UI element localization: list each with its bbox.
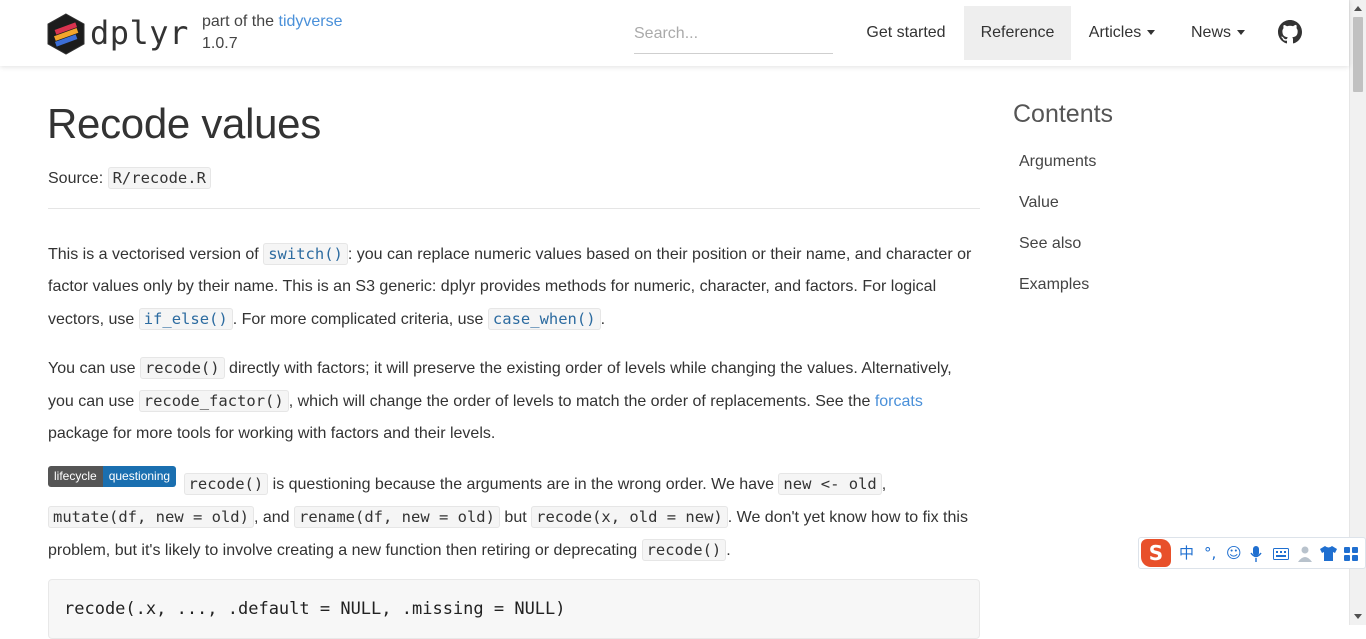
tagline: part of the tidyverse 1.0.7 <box>202 11 343 55</box>
scroll-down-arrow-icon[interactable] <box>1354 614 1362 619</box>
source-label: Source: <box>48 170 104 187</box>
badge-right: questioning <box>102 466 177 487</box>
text: , <box>881 476 887 493</box>
caret-down-icon <box>1147 30 1156 36</box>
recode-code: recode() <box>641 539 727 561</box>
nav-reference-label: Reference <box>980 24 1055 41</box>
keyboard-icon[interactable] <box>1273 548 1289 560</box>
switch-link[interactable]: switch() <box>263 243 348 265</box>
nav-reference[interactable]: Reference <box>964 6 1071 60</box>
source-line: Source: R/recode.R <box>48 165 211 192</box>
shirt-icon[interactable] <box>1320 546 1337 561</box>
text: package for more tools for working with … <box>48 425 496 442</box>
nav-news-label: News <box>1190 24 1231 41</box>
toc-item-value[interactable]: Value <box>1019 194 1059 212</box>
lifecycle-paragraph: lifecycle questioning recode() is questio… <box>48 466 980 567</box>
text: . <box>726 542 731 559</box>
punctuation-icon[interactable]: °, <box>1204 543 1216 563</box>
text: This is a vectorised version of <box>48 246 264 263</box>
text: You can use <box>48 360 140 377</box>
description-paragraph-1: This is a vectorised version of switch()… <box>48 238 980 336</box>
forcats-link[interactable]: forcats <box>875 393 923 410</box>
usage-code: recode(.x, ..., .default = NULL, .missin… <box>64 599 566 619</box>
caret-down-icon <box>1237 30 1245 36</box>
lifecycle-badge[interactable]: lifecycle questioning <box>48 466 177 487</box>
divider <box>48 208 980 209</box>
person-icon[interactable] <box>1298 546 1312 562</box>
usage-code-block: recode(.x, ..., .default = NULL, .missin… <box>48 579 980 639</box>
text: . For more complicated criteria, use <box>232 311 488 328</box>
emoji-icon[interactable]: ☺ <box>1226 543 1242 563</box>
text: is questioning because the arguments are… <box>268 476 779 493</box>
page-title: Recode values <box>47 100 321 147</box>
badge-left: lifecycle <box>48 466 103 487</box>
mutate-code: mutate(df, new = old) <box>48 506 254 528</box>
if-else-link[interactable]: if_else() <box>138 308 233 330</box>
version-label: 1.0.7 <box>202 35 238 52</box>
case-when-link[interactable]: case_when() <box>487 308 601 330</box>
toc-item-examples[interactable]: Examples <box>1019 276 1089 294</box>
nav-get-started[interactable]: Get started <box>850 6 962 60</box>
scroll-thumb[interactable] <box>1353 17 1363 92</box>
nav-get-started-label: Get started <box>866 24 946 41</box>
search-input[interactable] <box>634 14 833 54</box>
nav-articles-dropdown[interactable]: Articles <box>1073 6 1171 60</box>
nav-news-dropdown[interactable]: News <box>1175 6 1261 60</box>
text: , which will change the order of levels … <box>288 393 875 410</box>
recode-factor-code: recode_factor() <box>138 390 289 412</box>
github-icon[interactable] <box>1278 20 1302 44</box>
text: , and <box>253 509 294 526</box>
tagline-prefix: part of the <box>202 13 275 30</box>
dplyr-hex-logo[interactable] <box>47 13 85 55</box>
mic-icon[interactable] <box>1250 546 1262 562</box>
page-scrollbar[interactable] <box>1349 0 1366 625</box>
description-paragraph-2: You can use recode() directly with facto… <box>48 352 980 450</box>
navbar: dplyr part of the tidyverse 1.0.7 Get st… <box>0 0 1349 66</box>
toc-item-see-also[interactable]: See also <box>1019 235 1081 253</box>
scroll-up-arrow-icon[interactable] <box>1354 6 1362 11</box>
chinese-mode-icon[interactable]: 中 <box>1179 543 1194 563</box>
recode-code: recode() <box>183 473 269 495</box>
text: but <box>499 509 532 526</box>
sogou-logo-icon[interactable]: S <box>1141 539 1171 567</box>
recode-code: recode() <box>139 357 225 379</box>
grid-icon[interactable] <box>1344 547 1358 561</box>
nav-articles-label: Articles <box>1088 24 1142 41</box>
brand-name[interactable]: dplyr <box>90 14 189 52</box>
new-old-code: new <- old <box>778 473 882 495</box>
toc-item-arguments[interactable]: Arguments <box>1019 153 1096 171</box>
contents-title: Contents <box>1013 100 1114 128</box>
rename-code: rename(df, new = old) <box>294 506 500 528</box>
source-file-link[interactable]: R/recode.R <box>107 167 211 189</box>
text: . <box>600 311 606 328</box>
recode-args-code: recode(x, old = new) <box>531 506 728 528</box>
tidyverse-link[interactable]: tidyverse <box>279 13 343 30</box>
ime-toolbar: S 中 °, ☺ <box>1138 537 1366 569</box>
